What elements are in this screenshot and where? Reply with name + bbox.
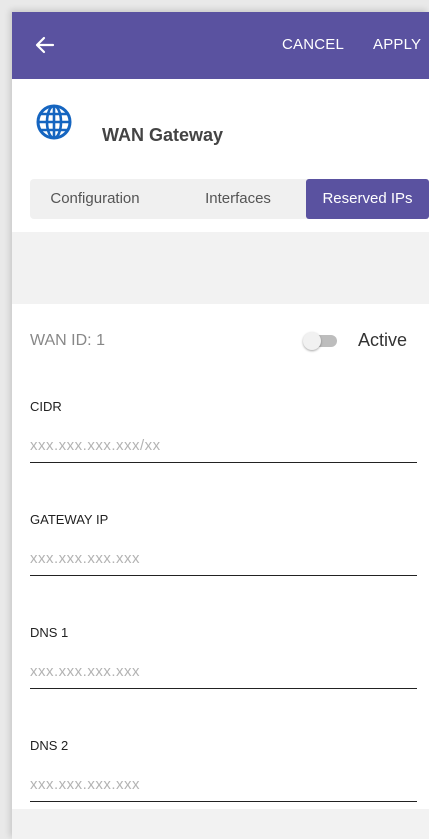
gateway-ip-label: GATEWAY IP: [30, 512, 109, 527]
dns2-label: DNS 2: [30, 738, 69, 753]
dns1-input[interactable]: [30, 659, 417, 689]
gateway-ip-input[interactable]: [30, 546, 417, 576]
wan-id-label: WAN ID: 1: [30, 332, 105, 349]
cancel-button[interactable]: CANCEL: [282, 36, 344, 53]
app-screen: CANCEL APPLY WAN Gateway Configuration I…: [12, 12, 429, 839]
apply-button[interactable]: APPLY: [373, 36, 421, 53]
tab-bar: Configuration Interfaces Reserved IPs: [30, 179, 429, 219]
active-label: Active: [358, 330, 408, 350]
bottom-area: [12, 809, 429, 839]
globe-icon: [35, 103, 73, 141]
tab-reserved-ips[interactable]: Reserved IPs: [306, 179, 429, 219]
tab-interfaces[interactable]: Interfaces: [178, 179, 298, 219]
wan-form: WAN ID: 1 Active CIDR GATEWAY IP DNS 1 D…: [12, 304, 429, 809]
toggle-knob: [303, 332, 321, 350]
device-frame: CANCEL APPLY WAN Gateway Configuration I…: [0, 0, 429, 839]
active-toggle[interactable]: [303, 332, 339, 350]
page-title: WAN Gateway: [102, 125, 224, 145]
section-divider: [12, 232, 429, 304]
dns2-input[interactable]: [30, 772, 417, 802]
top-app-bar: CANCEL APPLY: [12, 12, 429, 79]
arrow-left-icon[interactable]: [32, 32, 58, 58]
gateway-header: WAN Gateway: [12, 79, 429, 171]
tab-configuration[interactable]: Configuration: [30, 179, 160, 219]
dns1-label: DNS 1: [30, 625, 69, 640]
cidr-input[interactable]: [30, 433, 417, 463]
cidr-label: CIDR: [30, 399, 62, 414]
